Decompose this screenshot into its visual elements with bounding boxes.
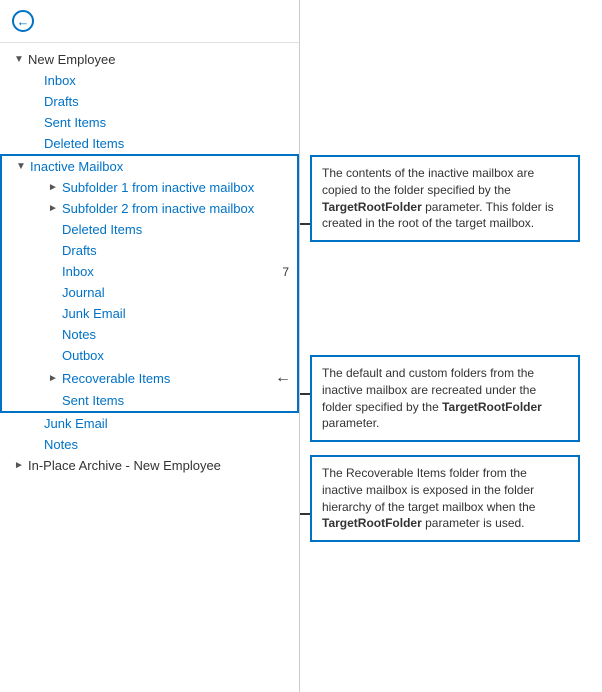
expand-icon: ►	[46, 371, 60, 385]
item-label: Subfolder 2 from inactive mailbox	[62, 201, 297, 216]
item-label: Recoverable Items	[62, 371, 275, 386]
expand-icon: ▼	[14, 160, 28, 174]
item-label: Inbox	[44, 73, 299, 88]
expand-icon: ►	[46, 202, 60, 216]
tree-item-inplace-archive[interactable]: ►In-Place Archive - New Employee	[0, 455, 299, 476]
connector-line-0	[300, 223, 310, 225]
tree-item-notes-bottom[interactable]: Notes	[0, 434, 299, 455]
item-label: Junk Email	[62, 306, 297, 321]
item-label: Sent Items	[62, 393, 297, 408]
tree-item-inbox-inner[interactable]: Inbox7	[0, 261, 299, 282]
expand-icon	[46, 265, 60, 279]
folder-tree: ▼New EmployeeInboxDraftsSent ItemsDelete…	[0, 43, 299, 692]
expand-icon	[28, 417, 42, 431]
item-label: Drafts	[44, 94, 299, 109]
item-label: Deleted Items	[62, 222, 297, 237]
right-panel: The contents of the inactive mailbox are…	[300, 0, 602, 692]
tree-item-drafts-top[interactable]: Drafts	[0, 91, 299, 112]
expand-icon: ▼	[12, 53, 26, 67]
back-icon: ←	[17, 14, 30, 29]
expand-icon	[46, 349, 60, 363]
expand-icon	[28, 438, 42, 452]
tree-item-sent-inner[interactable]: Sent Items	[0, 390, 299, 413]
callout-box-callout1: The contents of the inactive mailbox are…	[310, 155, 580, 242]
item-label: Junk Email	[44, 416, 299, 431]
tree-item-new-employee[interactable]: ▼New Employee	[0, 49, 299, 70]
expand-icon	[46, 328, 60, 342]
tree-item-deleted-inner[interactable]: Deleted Items	[0, 219, 299, 240]
connector-line-2	[300, 513, 310, 515]
folder-panel: ← ▼New EmployeeInboxDraftsSent ItemsDele…	[0, 0, 300, 692]
item-label: Drafts	[62, 243, 297, 258]
expand-icon	[46, 244, 60, 258]
tree-item-notes-inner[interactable]: Notes	[0, 324, 299, 345]
back-button[interactable]: ←	[12, 10, 34, 32]
item-label: New Employee	[28, 52, 299, 67]
tree-item-junk-bottom[interactable]: Junk Email	[0, 413, 299, 434]
tree-item-drafts-inner[interactable]: Drafts	[0, 240, 299, 261]
item-label: Sent Items	[44, 115, 299, 130]
item-label: Subfolder 1 from inactive mailbox	[62, 180, 297, 195]
tree-item-outbox-inner[interactable]: Outbox	[0, 345, 299, 366]
tree-item-deleted-top[interactable]: Deleted Items	[0, 133, 299, 154]
expand-icon	[28, 74, 42, 88]
expand-icon	[46, 286, 60, 300]
tree-item-sent-top[interactable]: Sent Items	[0, 112, 299, 133]
item-label: Inbox	[62, 264, 282, 279]
expand-icon	[46, 394, 60, 408]
expand-icon: ►	[46, 181, 60, 195]
tree-item-junk-inner[interactable]: Junk Email	[0, 303, 299, 324]
tree-item-recoverable-inner[interactable]: ►Recoverable Items←	[0, 366, 299, 390]
expand-icon	[28, 116, 42, 130]
item-label: Outbox	[62, 348, 297, 363]
tree-item-inactive-mailbox[interactable]: ▼Inactive Mailbox	[0, 154, 299, 177]
item-label: Notes	[44, 437, 299, 452]
expand-icon	[28, 137, 42, 151]
callout-box-callout2: The default and custom folders from the …	[310, 355, 580, 442]
expand-icon: ►	[12, 459, 26, 473]
arrow-indicator: ←	[275, 369, 291, 387]
item-label: In-Place Archive - New Employee	[28, 458, 299, 473]
connector-line-1	[300, 393, 310, 395]
tree-item-subfolder1[interactable]: ►Subfolder 1 from inactive mailbox	[0, 177, 299, 198]
item-label: Deleted Items	[44, 136, 299, 151]
tree-item-subfolder2[interactable]: ►Subfolder 2 from inactive mailbox	[0, 198, 299, 219]
panel-header: ←	[0, 0, 299, 43]
item-label: Notes	[62, 327, 297, 342]
expand-icon	[28, 95, 42, 109]
item-label: Journal	[62, 285, 297, 300]
item-badge: 7	[282, 265, 289, 279]
tree-item-inbox-top[interactable]: Inbox	[0, 70, 299, 91]
item-label: Inactive Mailbox	[30, 159, 297, 174]
expand-icon	[46, 307, 60, 321]
tree-item-journal-inner[interactable]: Journal	[0, 282, 299, 303]
callout-box-callout3: The Recoverable Items folder from the in…	[310, 455, 580, 542]
expand-icon	[46, 223, 60, 237]
